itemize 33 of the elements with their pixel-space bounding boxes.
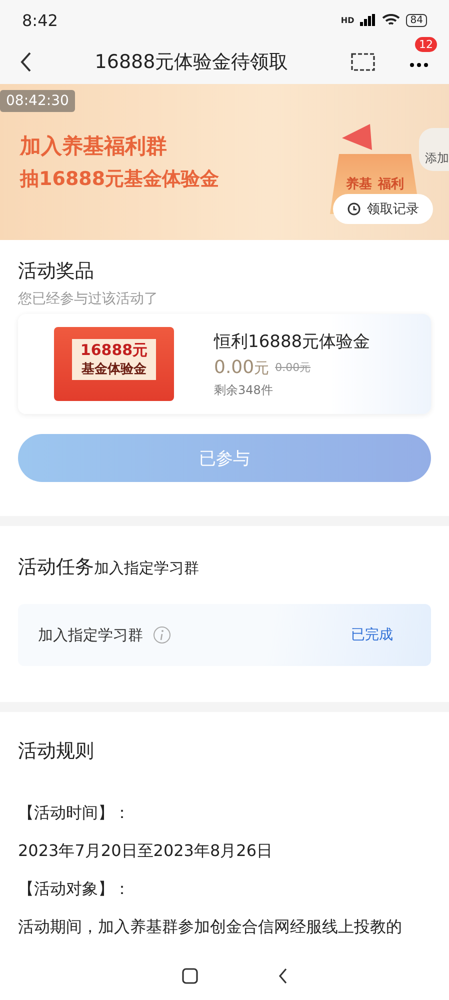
rule-text: 活动期间，加入养基群参加创金合信网经服线上投教的 xyxy=(18,916,403,938)
prize-image: 16888元 基金体验金 xyxy=(54,327,174,401)
original-price: 0.00元 xyxy=(275,360,311,374)
participation-note: 您已经参与过该活动了 xyxy=(18,290,159,308)
network-label: HD xyxy=(340,16,354,24)
section-title: 活动奖品 xyxy=(18,259,95,284)
wifi-icon xyxy=(382,14,400,26)
prize-price: 0.00元 xyxy=(214,356,270,378)
remaining-count: 剩余348件 xyxy=(214,382,274,398)
rule-text: 【活动对象】： xyxy=(18,878,131,900)
home-icon[interactable] xyxy=(182,968,198,984)
signal-icon xyxy=(360,14,376,26)
timestamp: 08:42:30 xyxy=(0,90,75,112)
banner-headline: 加入养基福利群 xyxy=(20,133,168,160)
prize-name: 恒利16888元体验金 xyxy=(214,330,370,352)
page-title: 16888元体验金待领取 xyxy=(94,50,290,75)
rule-text: 2023年7月20日至2023年8月26日 xyxy=(18,840,274,862)
add-button[interactable]: 添加 xyxy=(419,128,449,171)
more-icon[interactable] xyxy=(409,62,429,68)
ticket-icon[interactable] xyxy=(351,53,375,71)
back-icon[interactable] xyxy=(278,968,288,984)
rule-text: 【活动时间】： xyxy=(18,802,131,824)
status-time: 8:42 xyxy=(22,10,58,30)
section-subtitle: 加入指定学习群 xyxy=(94,559,199,578)
section-title: 活动规则 xyxy=(18,739,95,764)
battery-level: 84 xyxy=(406,14,427,26)
record-button[interactable]: 领取记录 xyxy=(333,194,433,224)
back-icon[interactable] xyxy=(20,52,32,72)
section-title: 活动任务 xyxy=(18,555,94,580)
banner-subline: 抽16888元基金体验金 xyxy=(20,167,220,192)
task-label: 加入指定学习群 xyxy=(38,626,143,644)
history-icon xyxy=(347,202,361,216)
task-status: 已完成 xyxy=(351,626,393,644)
